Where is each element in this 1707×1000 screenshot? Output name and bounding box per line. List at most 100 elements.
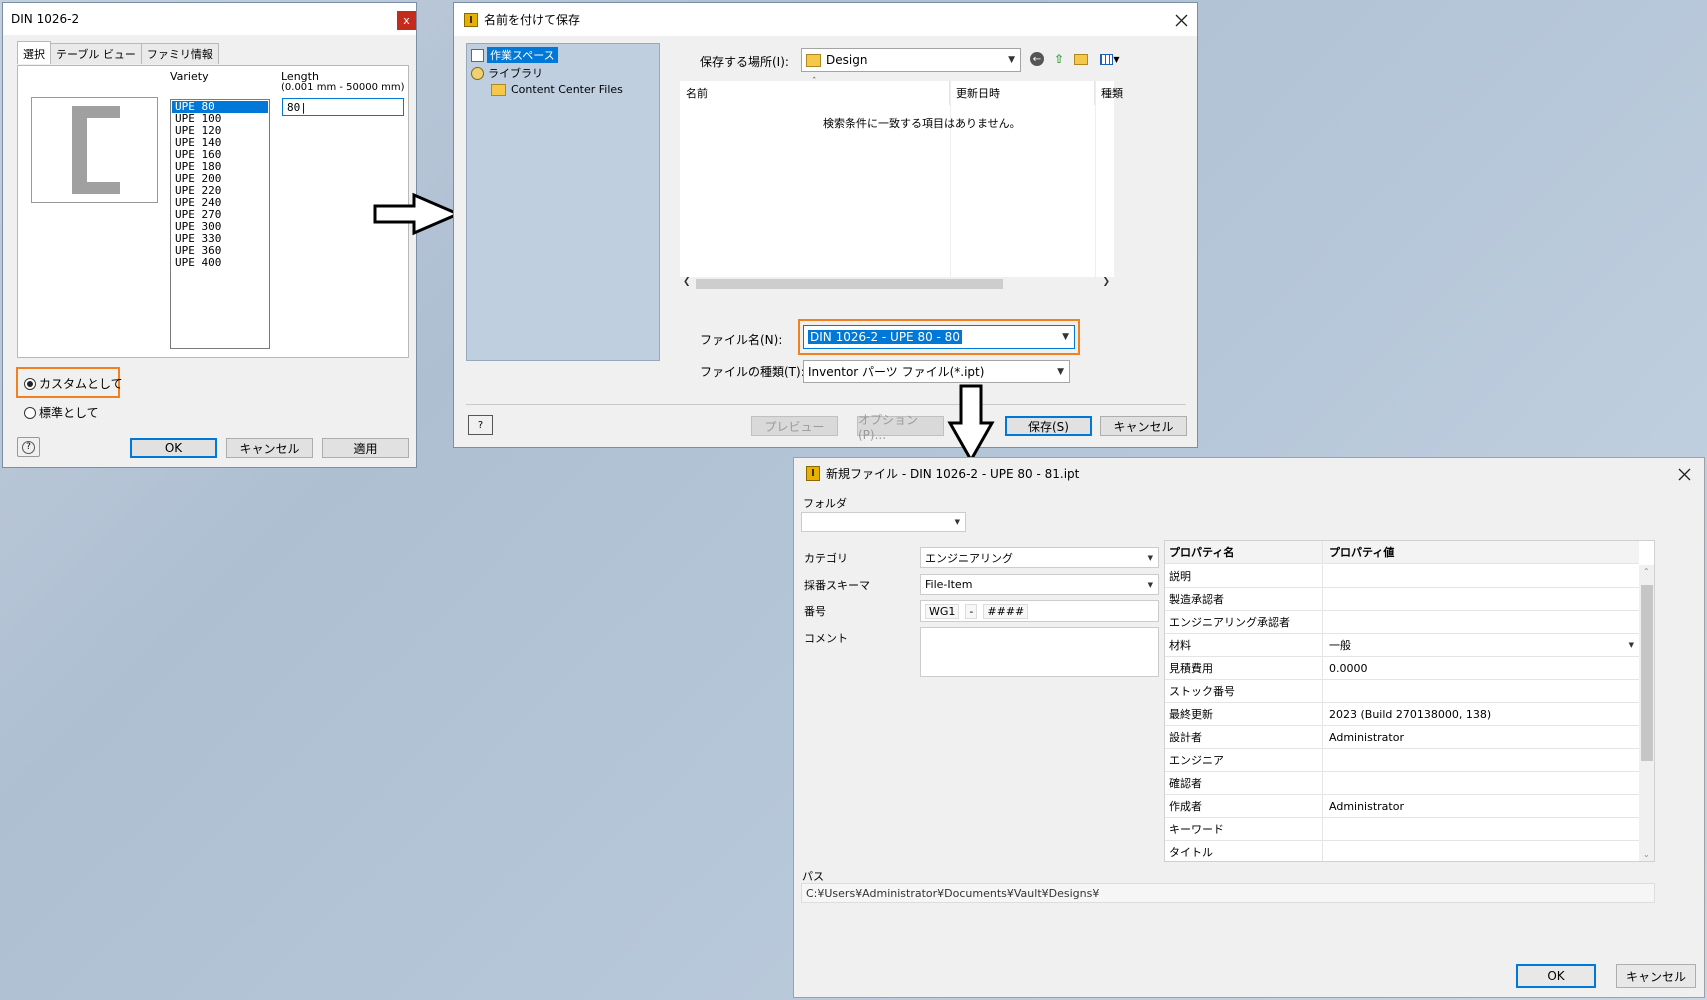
din-apply-button[interactable]: 適用: [322, 438, 409, 458]
inventor-app-icon: I: [806, 466, 820, 481]
up-folder-icon[interactable]: ⇧: [1050, 50, 1068, 68]
filetype-dropdown[interactable]: Inventor パーツ ファイル(*.ipt) ▼: [803, 360, 1070, 383]
location-dropdown[interactable]: Design ▼: [801, 48, 1021, 72]
scrollbar-thumb[interactable]: [696, 279, 1003, 289]
number-pattern[interactable]: ####: [983, 603, 1029, 619]
preview-button[interactable]: プレビュー: [751, 416, 838, 436]
property-row[interactable]: 設計者 Administrator: [1165, 726, 1639, 749]
folder-dropdown[interactable]: ▼: [801, 512, 966, 532]
property-row[interactable]: ストック番号: [1165, 680, 1639, 703]
newfile-close-button[interactable]: [1673, 464, 1695, 484]
property-row[interactable]: 見積費用 0.0000: [1165, 657, 1639, 680]
number-separator: -: [965, 603, 978, 619]
scroll-down-icon[interactable]: ⌄: [1643, 850, 1650, 859]
scroll-right-icon[interactable]: ❯: [1102, 277, 1110, 287]
property-row[interactable]: 最終更新 2023 (Build 270138000, 138): [1165, 703, 1639, 726]
tree-item-library[interactable]: ライブラリ: [471, 65, 543, 81]
din-cancel-button[interactable]: キャンセル: [226, 438, 313, 458]
scroll-up-icon[interactable]: ⌃: [1643, 567, 1650, 576]
din-dialog-close-button[interactable]: x: [397, 11, 416, 30]
property-row[interactable]: 製造承認者: [1165, 588, 1639, 611]
radio-as-custom[interactable]: カスタムとして: [24, 375, 123, 392]
property-value-header: プロパティ値: [1329, 546, 1395, 559]
property-value[interactable]: 2023 (Build 270138000, 138): [1323, 703, 1639, 725]
property-row[interactable]: エンジニアリング承認者: [1165, 611, 1639, 634]
property-value[interactable]: [1323, 565, 1639, 587]
save-help-button[interactable]: ?: [468, 415, 493, 435]
radio-as-custom-label: カスタムとして: [39, 377, 123, 391]
property-value-text: Administrator: [1329, 730, 1404, 744]
scroll-left-icon[interactable]: ❮: [683, 277, 691, 287]
save-button[interactable]: 保存(S): [1005, 416, 1092, 436]
property-value-text: 2023 (Build 270138000, 138): [1329, 707, 1492, 721]
chevron-down-icon[interactable]: ▼: [1629, 641, 1634, 649]
tree-item-workspace-label: 作業スペース: [487, 47, 558, 63]
tab-family-info[interactable]: ファミリ情報: [140, 43, 219, 64]
property-row[interactable]: 材料 一般 ▼: [1165, 634, 1639, 657]
number-prefix[interactable]: WG1: [925, 603, 960, 619]
folder-icon: [491, 83, 506, 96]
options-button[interactable]: オプション(P)...: [857, 413, 944, 442]
property-value[interactable]: 一般 ▼: [1323, 634, 1639, 656]
property-row[interactable]: 確認者: [1165, 772, 1639, 795]
length-input[interactable]: 80 |: [282, 98, 404, 116]
property-row[interactable]: エンジニア: [1165, 749, 1639, 772]
length-input-value: 80: [287, 100, 301, 114]
chevron-down-icon: ▼: [1147, 553, 1153, 562]
filename-value: DIN 1026-2 - UPE 80 - 80: [808, 330, 962, 344]
category-dropdown[interactable]: エンジニアリング ▼: [920, 547, 1159, 568]
save-cancel-button[interactable]: キャンセル: [1100, 416, 1187, 436]
col-header-name-label: 名前: [686, 87, 708, 100]
property-value[interactable]: 0.0000: [1323, 657, 1639, 679]
property-row[interactable]: キーワード: [1165, 818, 1639, 841]
variety-item[interactable]: UPE 400: [172, 257, 268, 269]
location-value: Design: [826, 53, 868, 67]
tab-select[interactable]: 選択: [17, 41, 51, 64]
property-value[interactable]: Administrator: [1323, 726, 1639, 748]
col-divider: [1095, 81, 1096, 279]
separator-line: [466, 404, 1186, 405]
property-value[interactable]: [1323, 749, 1639, 771]
property-scrollbar[interactable]: ⌃ ⌄: [1639, 565, 1654, 861]
back-icon[interactable]: ←: [1028, 50, 1046, 68]
tab-table-view[interactable]: テーブル ビュー: [50, 43, 142, 64]
property-value[interactable]: [1323, 818, 1639, 840]
property-value[interactable]: [1323, 611, 1639, 633]
scrollbar-thumb[interactable]: [1641, 585, 1653, 761]
property-value-text: 0.0000: [1329, 661, 1368, 675]
view-menu-icon[interactable]: ▼: [1097, 50, 1123, 68]
variety-label: Variety: [170, 70, 209, 83]
property-row[interactable]: 作成者 Administrator: [1165, 795, 1639, 818]
col-header-type[interactable]: 種類: [1095, 81, 1155, 105]
property-value[interactable]: [1323, 680, 1639, 702]
din-help-button[interactable]: ?: [17, 437, 40, 457]
property-value[interactable]: Administrator: [1323, 795, 1639, 817]
radio-as-standard[interactable]: 標準として: [24, 404, 99, 421]
property-value[interactable]: [1323, 588, 1639, 610]
length-range: (0.001 mm - 50000 mm): [281, 82, 405, 93]
col-header-type-label: 種類: [1101, 87, 1123, 100]
inventor-app-icon: I: [464, 12, 478, 27]
newfile-cancel-button[interactable]: キャンセル: [1616, 964, 1696, 988]
new-folder-icon[interactable]: [1072, 50, 1090, 68]
property-row[interactable]: タイトル: [1165, 841, 1639, 861]
tree-item-content-center[interactable]: Content Center Files: [491, 83, 623, 96]
newfile-titlebar: I 新規ファイル - DIN 1026-2 - UPE 80 - 81.ipt: [794, 458, 1704, 489]
filename-input[interactable]: DIN 1026-2 - UPE 80 - 80 ▼: [803, 325, 1075, 349]
save-dialog-close-button[interactable]: [1170, 9, 1192, 31]
workspace-icon: [471, 48, 484, 62]
col-header-date[interactable]: 更新日時: [950, 81, 1095, 105]
variety-list[interactable]: UPE 80 UPE 100 UPE 120 UPE 140 UPE 160 UPE 18…: [170, 99, 270, 349]
property-value[interactable]: [1323, 841, 1639, 861]
horizontal-scrollbar[interactable]: ❮ ❯: [680, 277, 1114, 291]
scheme-dropdown[interactable]: File-Item ▼: [920, 574, 1159, 595]
property-name: 製造承認者: [1165, 588, 1323, 610]
close-icon: [1678, 468, 1690, 480]
newfile-ok-button[interactable]: OK: [1516, 964, 1596, 988]
tree-item-workspace[interactable]: 作業スペース: [471, 47, 558, 63]
property-value[interactable]: [1323, 772, 1639, 794]
din-ok-button[interactable]: OK: [130, 438, 217, 458]
property-row[interactable]: 説明: [1165, 565, 1639, 588]
file-list[interactable]: 名前 ˆ 更新日時 種類 検索条件に一致する項目はありません。 ❮ ❯: [680, 77, 1123, 291]
comment-textarea[interactable]: [920, 627, 1159, 677]
